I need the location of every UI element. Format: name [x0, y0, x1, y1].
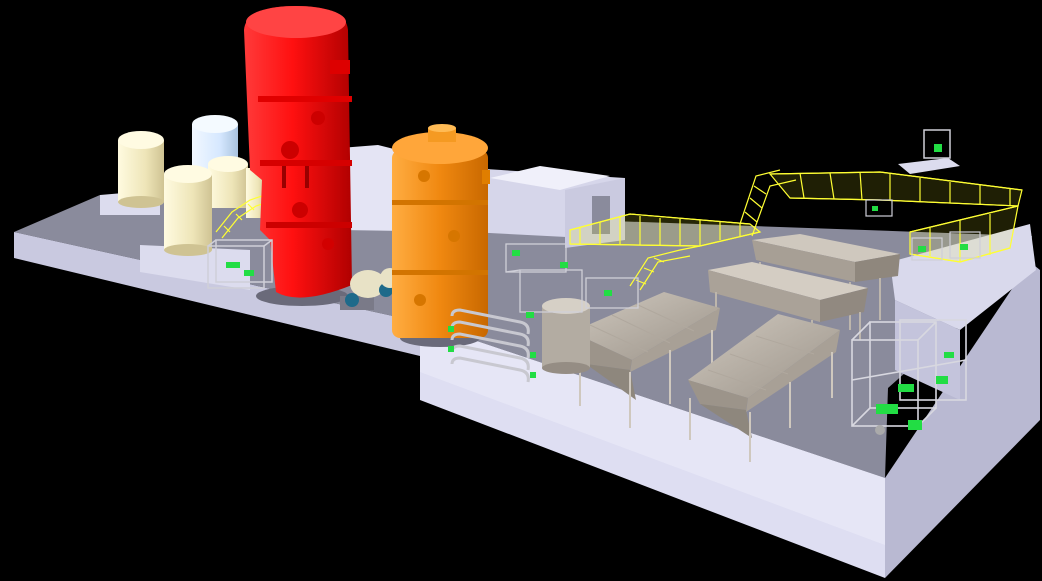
cream-tank-2 [208, 156, 248, 208]
plant-3d-view [14, 6, 1040, 578]
cream-tank-3 [164, 165, 212, 256]
far-skid [898, 129, 960, 174]
gray-tank [542, 298, 590, 374]
cream-tank-1 [118, 131, 164, 208]
